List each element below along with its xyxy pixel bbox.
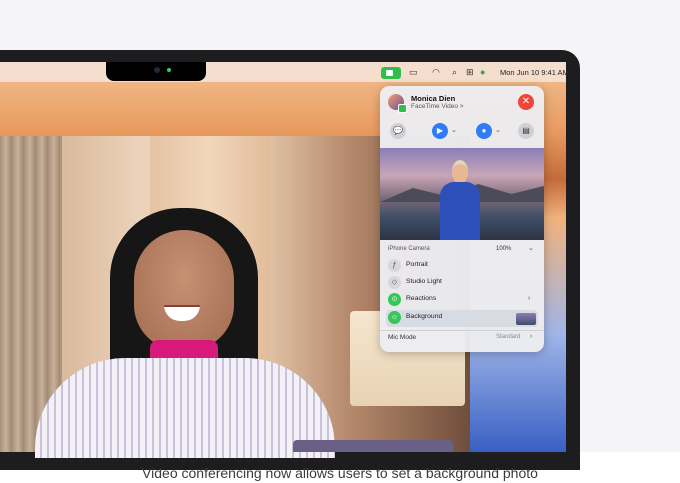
control-center-icon[interactable]: ⊞ bbox=[466, 67, 474, 78]
microphone-button[interactable]: ● bbox=[476, 123, 492, 139]
cube-icon: ◇ bbox=[388, 276, 401, 289]
person-shirt bbox=[35, 358, 335, 458]
effect-reactions[interactable]: ⊙ Reactions › bbox=[386, 292, 538, 307]
background-thumbnail[interactable] bbox=[516, 313, 536, 325]
mic-mode-label[interactable]: Mic Mode bbox=[388, 334, 416, 341]
camera-source-label: iPhone Camera bbox=[388, 246, 430, 252]
person-face bbox=[134, 230, 234, 350]
background-icon: ☺ bbox=[388, 311, 401, 324]
microphone-chevron-icon[interactable]: ⌄ bbox=[495, 126, 501, 134]
preview-person-head bbox=[452, 160, 468, 184]
effect-label: Reactions bbox=[406, 295, 437, 302]
chevron-right-icon: › bbox=[528, 295, 531, 302]
mic-mode-value[interactable]: Standard bbox=[496, 334, 520, 340]
reactions-icon: ⊙ bbox=[388, 293, 401, 306]
camera-chevron-icon[interactable]: ⌄ bbox=[451, 126, 457, 134]
wifi-icon[interactable]: ◠ bbox=[432, 67, 440, 78]
divider bbox=[380, 330, 544, 331]
menubar-clock[interactable]: Mon Jun 10 9:41 AM bbox=[500, 68, 569, 77]
mic-mode-chevron-icon[interactable]: › bbox=[530, 333, 532, 340]
caption: Video conferencing now allows users to s… bbox=[142, 465, 538, 481]
search-icon[interactable]: ⌕ bbox=[452, 67, 457, 78]
call-type-link[interactable]: FaceTime Video > bbox=[411, 103, 464, 110]
effect-label: Studio Light bbox=[406, 278, 442, 285]
camera-button[interactable]: ▶ bbox=[432, 123, 448, 139]
video-thumbnail[interactable] bbox=[293, 440, 453, 452]
screen-share-button[interactable]: ▤ bbox=[518, 123, 534, 139]
message-button[interactable]: 💬 bbox=[390, 123, 406, 139]
device-battery: 100% bbox=[496, 246, 512, 252]
caller-name: Monica Dien bbox=[411, 94, 456, 103]
effect-studio-light[interactable]: ◇ Studio Light bbox=[386, 275, 538, 290]
effect-label: Background bbox=[406, 313, 443, 320]
end-call-button[interactable]: ✕ bbox=[518, 94, 534, 110]
effect-label: Portrait bbox=[406, 261, 428, 268]
camera-source-chevron-icon[interactable]: ⌄ bbox=[528, 244, 534, 252]
battery-icon[interactable]: ▭ bbox=[409, 67, 418, 78]
video-effects-panel: Monica Dien FaceTime Video > ✕ 💬 ▶ ⌄ ● ⌄… bbox=[380, 86, 544, 352]
camera-indicator-icon bbox=[167, 68, 171, 72]
camera-lens-icon bbox=[154, 67, 160, 73]
f-icon: ƒ bbox=[388, 259, 401, 272]
mic-indicator-icon: ● bbox=[480, 67, 486, 77]
effect-portrait[interactable]: ƒ Portrait bbox=[386, 258, 538, 273]
preview-person bbox=[440, 160, 480, 240]
facetime-badge-icon bbox=[398, 104, 407, 113]
video-menu-icon[interactable] bbox=[381, 67, 401, 79]
preview-person-body bbox=[440, 182, 480, 240]
